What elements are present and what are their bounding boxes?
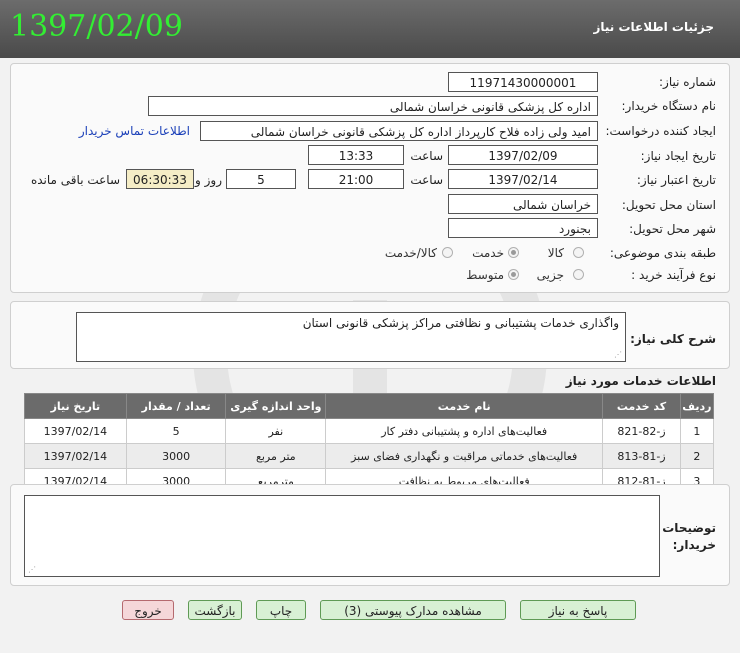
buyer-notes-textarea: ⋰ xyxy=(24,495,660,577)
category-option-goods-service: کالا/خدمت xyxy=(384,246,437,260)
col-row: ردیف xyxy=(679,393,715,419)
cell-unit: نفر xyxy=(225,418,327,444)
requester-field: امید ولی زاده فلاح کارپرداز اداره کل پزش… xyxy=(200,121,598,141)
resize-grip-icon[interactable]: ⋰ xyxy=(614,350,622,359)
province-label: استان محل تحویل: xyxy=(621,198,716,212)
process-option-medium: متوسط xyxy=(466,268,504,282)
created-time-label: ساعت xyxy=(410,149,443,163)
remaining-label: ساعت باقی مانده xyxy=(30,173,120,187)
category-option-service: خدمت xyxy=(472,246,504,260)
process-radio-medium[interactable] xyxy=(508,269,519,280)
buyer-contact-link[interactable]: اطلاعات تماس خریدار xyxy=(79,124,190,138)
created-date-field: 1397/02/09 xyxy=(448,145,598,165)
col-date: تاریخ نیاز xyxy=(24,393,127,419)
col-name: نام خدمت xyxy=(325,393,604,419)
category-radio-service[interactable] xyxy=(508,247,519,258)
cell-unit: متر مربع xyxy=(225,443,327,469)
cell-date: 1397/02/14 xyxy=(24,418,127,444)
cell-name: فعالیت‌های خدماتی مراقبت و نگهداری فضای … xyxy=(325,443,604,469)
col-unit: واحد اندازه گیری xyxy=(225,393,327,419)
deadline-date-field: 1397/02/14 xyxy=(448,169,598,189)
process-radio-minor[interactable] xyxy=(573,269,584,280)
remaining-time-field: 06:30:33 xyxy=(126,169,194,189)
cell-qty: 3000 xyxy=(125,443,227,469)
category-label: طبقه بندی موضوعی: xyxy=(609,246,716,260)
city-label: شهر محل تحویل: xyxy=(629,222,716,236)
resize-grip-icon[interactable]: ⋰ xyxy=(28,565,36,574)
requester-label: ایجاد کننده درخواست: xyxy=(605,124,716,138)
col-code: کد خدمت xyxy=(602,393,681,419)
col-qty: تعداد / مقدار xyxy=(125,393,227,419)
page-title: جزئیات اطلاعات نیاز xyxy=(593,20,714,34)
deadline-time-field: 21:00 xyxy=(308,169,404,189)
print-button[interactable]: چاپ xyxy=(256,600,306,620)
back-button[interactable]: بازگشت xyxy=(188,600,242,620)
province-field: خراسان شمالی xyxy=(448,194,598,214)
created-date-label: تاریخ ایجاد نیاز: xyxy=(640,149,716,163)
cell-name: فعالیت‌های اداره و پشتیبانی دفتر کار xyxy=(325,418,604,444)
cell-row: 2 xyxy=(679,443,715,469)
description-textarea: واگذاری خدمات پشتیبانی و نظافتی مراکز پز… xyxy=(76,312,626,362)
table-row: 1 ز-82-821 فعالیت‌های اداره و پشتیبانی د… xyxy=(24,418,715,444)
category-option-goods: کالا xyxy=(547,246,564,260)
deadline-label: تاریخ اعتبار نیاز: xyxy=(636,173,716,187)
cell-date: 1397/02/14 xyxy=(24,443,127,469)
cell-code: ز-82-821 xyxy=(602,418,681,444)
category-radio-goods-service[interactable] xyxy=(442,247,453,258)
city-field: بجنورد xyxy=(448,218,598,238)
exit-button[interactable]: خروج xyxy=(122,600,174,620)
services-title: اطلاعات خدمات مورد نیاز xyxy=(565,374,716,388)
process-option-minor: جزیی xyxy=(536,268,564,282)
reply-button[interactable]: پاسخ به نیاز xyxy=(520,600,636,620)
cell-row: 1 xyxy=(679,418,715,444)
header-bar: 1397/02/09 جزئیات اطلاعات نیاز xyxy=(0,0,740,58)
buyer-org-label: نام دستگاه خریدار: xyxy=(621,99,717,113)
services-table: ردیف کد خدمت نام خدمت واحد اندازه گیری ت… xyxy=(24,393,715,494)
created-time-field: 13:33 xyxy=(308,145,404,165)
description-label: شرح کلی نیاز: xyxy=(630,332,716,346)
category-radio-goods[interactable] xyxy=(573,247,584,258)
days-left-field: 5 xyxy=(226,169,296,189)
process-type-label: نوع فرآیند خرید : xyxy=(631,268,716,282)
buyer-notes-label: توضیحات خریدار: xyxy=(662,521,716,552)
table-row: 2 ز-81-813 فعالیت‌های خدماتی مراقبت و نگ… xyxy=(24,443,715,469)
cell-qty: 5 xyxy=(125,418,227,444)
deadline-time-label: ساعت xyxy=(410,173,443,187)
description-text: واگذاری خدمات پشتیبانی و نظافتی مراکز پز… xyxy=(302,316,619,330)
need-number-field: 11971430000001 xyxy=(448,72,598,92)
days-label: روز و xyxy=(195,173,222,187)
header-date: 1397/02/09 xyxy=(10,9,183,44)
cell-code: ز-81-813 xyxy=(602,443,681,469)
buyer-org-field: اداره کل پزشکی قانونی خراسان شمالی xyxy=(148,96,598,116)
need-number-label: شماره نیاز: xyxy=(659,75,716,89)
view-attachments-button[interactable]: مشاهده مدارک پیوستی (3) xyxy=(320,600,506,620)
